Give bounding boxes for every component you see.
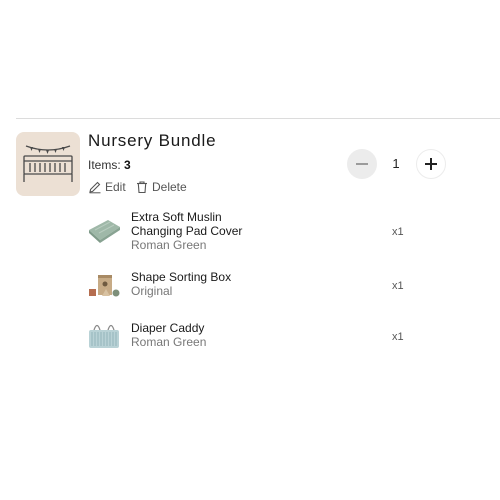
item-quantity: x1	[392, 280, 404, 292]
delete-label: Delete	[152, 180, 187, 194]
bundle-title: Nursery Bundle	[88, 131, 217, 150]
changing-pad-icon	[89, 220, 120, 243]
decrease-quantity-button[interactable]	[347, 149, 377, 179]
list-item: Extra Soft Muslin Changing Pad Cover Rom…	[131, 210, 242, 252]
item-name: Shape Sorting Box	[131, 270, 232, 284]
item-variant: Roman Green	[131, 335, 207, 349]
item-name: Extra Soft Muslin	[131, 210, 222, 224]
crib-icon	[23, 145, 73, 182]
items-label: Items:	[88, 158, 121, 172]
list-item: Diaper Caddy Roman Green	[131, 321, 206, 349]
item-name: Diaper Caddy	[131, 321, 205, 335]
bundle-thumbnail	[16, 132, 80, 196]
diaper-caddy-icon	[89, 324, 119, 348]
trash-icon	[137, 181, 147, 194]
item-quantity: x1	[392, 226, 404, 238]
item-variant: Original	[131, 284, 173, 298]
delete-button[interactable]: Delete	[135, 180, 187, 194]
pencil-icon	[89, 181, 101, 194]
list-item: Shape Sorting Box Original	[131, 270, 231, 298]
sorting-box-icon	[89, 275, 120, 297]
item-quantity: x1	[392, 331, 404, 343]
item-name: Changing Pad Cover	[131, 224, 243, 238]
quantity-value: 1	[392, 156, 400, 171]
item-variant: Roman Green	[131, 238, 207, 252]
edit-button[interactable]: Edit	[88, 180, 126, 194]
edit-label: Edit	[105, 180, 126, 194]
items-count-value: 3	[124, 158, 131, 172]
items-count: Items: 3	[88, 158, 131, 172]
increase-quantity-button[interactable]	[416, 149, 446, 179]
top-divider	[16, 118, 500, 119]
